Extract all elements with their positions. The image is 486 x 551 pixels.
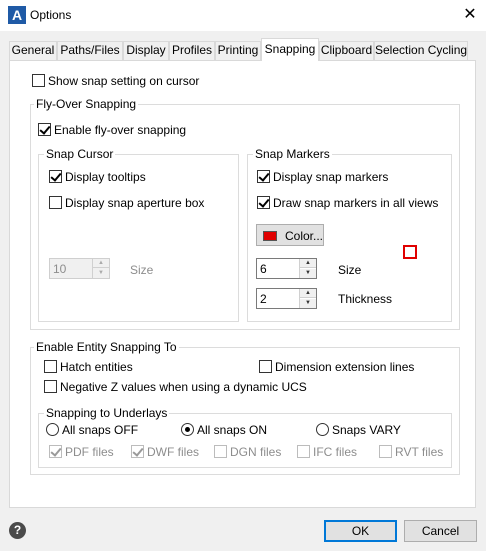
enable-flyover-checkbox[interactable] xyxy=(38,123,51,136)
tab-clipboard[interactable]: Clipboard xyxy=(319,41,374,60)
color-swatch xyxy=(263,231,277,241)
pdf-files-checkbox[interactable] xyxy=(49,445,62,458)
rvt-files-checkbox[interactable] xyxy=(379,445,392,458)
dwf-files-checkbox[interactable] xyxy=(131,445,144,458)
marker-thickness-label: Thickness xyxy=(338,292,393,306)
draw-all-views-checkbox[interactable] xyxy=(257,196,270,209)
dimension-lines-label: Dimension extension lines xyxy=(275,360,415,374)
show-snap-setting-checkbox[interactable] xyxy=(32,74,45,87)
tab-printing[interactable]: Printing xyxy=(215,41,261,60)
spin-down-icon[interactable]: ▼ xyxy=(93,269,109,278)
marker-preview-icon xyxy=(403,245,417,259)
marker-thickness-stepper[interactable]: 2 ▲ ▼ xyxy=(256,288,317,309)
spin-up-icon[interactable]: ▲ xyxy=(300,259,316,268)
hatch-entities-checkbox[interactable] xyxy=(44,360,57,373)
cancel-button[interactable]: Cancel xyxy=(404,520,477,542)
title-bar xyxy=(0,0,486,31)
dimension-lines-checkbox[interactable] xyxy=(259,360,272,373)
tab-snapping[interactable]: Snapping xyxy=(261,38,319,61)
spin-up-icon[interactable]: ▲ xyxy=(300,289,316,298)
show-snap-setting-label: Show snap setting on cursor xyxy=(48,74,200,88)
spin-up-icon[interactable]: ▲ xyxy=(93,259,109,268)
underlays-group xyxy=(38,413,452,468)
cursor-size-value: 10 xyxy=(53,262,67,276)
cursor-size-label: Size xyxy=(130,263,154,277)
snap-cursor-title: Snap Cursor xyxy=(44,147,116,161)
app-logo-icon: A xyxy=(8,6,26,24)
all-snaps-on-radio[interactable] xyxy=(181,423,194,436)
color-button-label: Color... xyxy=(285,229,324,243)
snaps-vary-label: Snaps VARY xyxy=(332,423,401,437)
draw-all-views-label: Draw snap markers in all views xyxy=(273,196,439,210)
dwf-files-label: DWF files xyxy=(147,445,199,459)
marker-size-label: Size xyxy=(338,263,362,277)
all-snaps-off-label: All snaps OFF xyxy=(62,423,139,437)
marker-thickness-value: 2 xyxy=(260,292,267,306)
hatch-entities-label: Hatch entities xyxy=(60,360,133,374)
close-icon[interactable]: ✕ xyxy=(456,2,484,28)
spin-down-icon[interactable]: ▼ xyxy=(300,269,316,278)
ifc-files-label: IFC files xyxy=(313,445,358,459)
entity-snapping-title: Enable Entity Snapping To xyxy=(34,340,179,354)
window-title: Options xyxy=(30,8,72,22)
dgn-files-checkbox[interactable] xyxy=(214,445,227,458)
rvt-files-label: RVT files xyxy=(395,445,444,459)
dgn-files-label: DGN files xyxy=(230,445,282,459)
display-aperture-checkbox[interactable] xyxy=(49,196,62,209)
display-aperture-label: Display snap aperture box xyxy=(65,196,205,210)
display-markers-label: Display snap markers xyxy=(273,170,389,184)
cursor-size-stepper[interactable]: 10 ▲ ▼ xyxy=(49,258,110,279)
ok-button[interactable]: OK xyxy=(324,520,397,542)
enable-flyover-label: Enable fly-over snapping xyxy=(54,123,187,137)
display-tooltips-label: Display tooltips xyxy=(65,170,146,184)
flyover-group-title: Fly-Over Snapping xyxy=(34,97,139,111)
tab-paths-files[interactable]: Paths/Files xyxy=(57,41,123,60)
tab-profiles[interactable]: Profiles xyxy=(169,41,215,60)
tab-general[interactable]: General xyxy=(9,41,57,60)
marker-size-value: 6 xyxy=(260,262,267,276)
snaps-vary-radio[interactable] xyxy=(316,423,329,436)
pdf-files-label: PDF files xyxy=(65,445,114,459)
tab-selection-cycling[interactable]: Selection Cycling xyxy=(374,41,468,60)
all-snaps-off-radio[interactable] xyxy=(46,423,59,436)
all-snaps-on-label: All snaps ON xyxy=(197,423,268,437)
display-tooltips-checkbox[interactable] xyxy=(49,170,62,183)
negative-z-label: Negative Z values when using a dynamic U… xyxy=(60,380,307,394)
negative-z-checkbox[interactable] xyxy=(44,380,57,393)
ifc-files-checkbox[interactable] xyxy=(297,445,310,458)
marker-size-stepper[interactable]: 6 ▲ ▼ xyxy=(256,258,317,279)
underlays-title: Snapping to Underlays xyxy=(44,406,170,420)
display-markers-checkbox[interactable] xyxy=(257,170,270,183)
spin-down-icon[interactable]: ▼ xyxy=(300,299,316,308)
help-icon[interactable]: ? xyxy=(9,522,26,539)
svg-text:A: A xyxy=(12,7,22,23)
tab-display[interactable]: Display xyxy=(123,41,169,60)
snap-markers-title: Snap Markers xyxy=(253,147,332,161)
color-button[interactable]: Color... xyxy=(256,224,324,246)
